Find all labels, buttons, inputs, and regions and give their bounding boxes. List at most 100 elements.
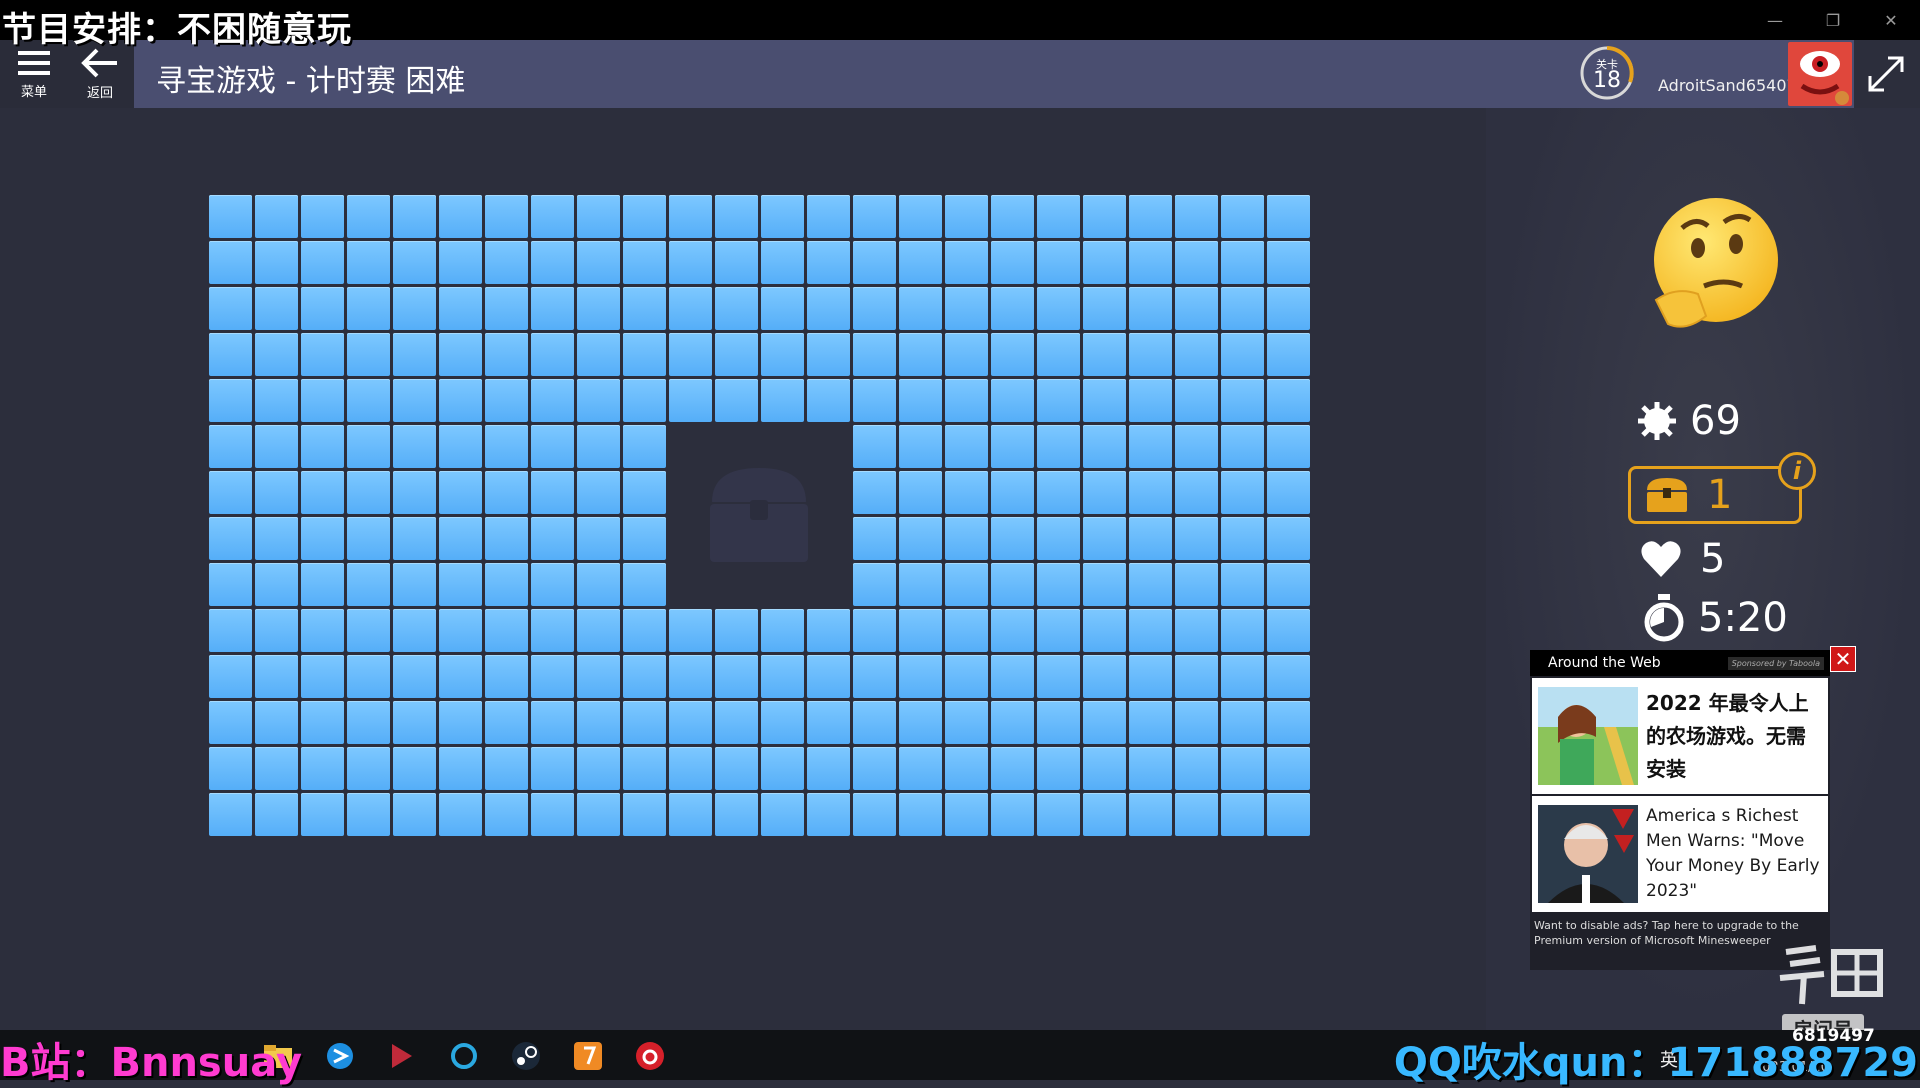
- board-tile[interactable]: [853, 655, 896, 698]
- board-tile[interactable]: [1175, 471, 1218, 514]
- board-tile[interactable]: [623, 655, 666, 698]
- board-tile[interactable]: [255, 471, 298, 514]
- board-tile[interactable]: [485, 195, 528, 238]
- board-tile[interactable]: [1175, 517, 1218, 560]
- board-tile[interactable]: [1175, 241, 1218, 284]
- board-tile[interactable]: [347, 701, 390, 744]
- board-tile[interactable]: [485, 333, 528, 376]
- board-tile[interactable]: [807, 609, 850, 652]
- board-tile[interactable]: [853, 701, 896, 744]
- board-tile[interactable]: [1221, 287, 1264, 330]
- board-tile[interactable]: [1129, 471, 1172, 514]
- board-tile[interactable]: [1221, 379, 1264, 422]
- board-tile[interactable]: [623, 517, 666, 560]
- board-tile[interactable]: [623, 425, 666, 468]
- steam-icon[interactable]: [510, 1040, 542, 1072]
- board-tile[interactable]: [1175, 425, 1218, 468]
- board-tile[interactable]: [439, 747, 482, 790]
- board-tile[interactable]: [209, 793, 252, 836]
- board-tile[interactable]: [853, 563, 896, 606]
- board-tile[interactable]: [347, 563, 390, 606]
- board-tile[interactable]: [715, 701, 758, 744]
- minesweeper-app-icon[interactable]: [572, 1040, 604, 1072]
- board-tile[interactable]: [531, 517, 574, 560]
- board-tile[interactable]: [1221, 425, 1264, 468]
- board-tile[interactable]: [991, 747, 1034, 790]
- board-tile[interactable]: [669, 609, 712, 652]
- board-tile[interactable]: [853, 471, 896, 514]
- board-tile[interactable]: [301, 655, 344, 698]
- board-tile[interactable]: [1083, 195, 1126, 238]
- board-tile[interactable]: [945, 195, 988, 238]
- board-tile[interactable]: [853, 425, 896, 468]
- board-tile[interactable]: [1037, 333, 1080, 376]
- board-tile[interactable]: [347, 425, 390, 468]
- board-tile[interactable]: [531, 655, 574, 698]
- board-tile[interactable]: [577, 195, 620, 238]
- board-tile[interactable]: [1221, 195, 1264, 238]
- board-tile[interactable]: [577, 333, 620, 376]
- board-tile[interactable]: [623, 563, 666, 606]
- board-tile[interactable]: [623, 701, 666, 744]
- board-tile[interactable]: [301, 241, 344, 284]
- board-tile[interactable]: [669, 793, 712, 836]
- board-tile[interactable]: [853, 517, 896, 560]
- board-tile[interactable]: [1129, 747, 1172, 790]
- board-tile[interactable]: [577, 609, 620, 652]
- board-tile[interactable]: [1129, 655, 1172, 698]
- board-tile[interactable]: [531, 747, 574, 790]
- board-tile[interactable]: [209, 747, 252, 790]
- board-tile[interactable]: [807, 195, 850, 238]
- ad-item-farm[interactable]: 2022 年最令人上 的农场游戏。无需安装: [1532, 678, 1828, 794]
- board-tile[interactable]: [761, 287, 804, 330]
- board-tile[interactable]: [209, 517, 252, 560]
- fullscreen-icon[interactable]: [1862, 50, 1910, 98]
- board-tile[interactable]: [255, 563, 298, 606]
- board-tile[interactable]: [1083, 655, 1126, 698]
- close-button[interactable]: ✕: [1862, 0, 1920, 40]
- board-tile[interactable]: [1175, 701, 1218, 744]
- board-tile[interactable]: [1129, 195, 1172, 238]
- board-tile[interactable]: [1267, 655, 1310, 698]
- board-tile[interactable]: [209, 563, 252, 606]
- board-tile[interactable]: [807, 701, 850, 744]
- board-tile[interactable]: [853, 333, 896, 376]
- board-tile[interactable]: [209, 241, 252, 284]
- board-tile[interactable]: [485, 563, 528, 606]
- board-tile[interactable]: [1221, 701, 1264, 744]
- board-tile[interactable]: [209, 195, 252, 238]
- board-tile[interactable]: [393, 333, 436, 376]
- board-tile[interactable]: [1267, 563, 1310, 606]
- board-tile[interactable]: [899, 517, 942, 560]
- board-tile[interactable]: [669, 287, 712, 330]
- board-tile[interactable]: [577, 655, 620, 698]
- board-tile[interactable]: [485, 793, 528, 836]
- board-tile[interactable]: [255, 425, 298, 468]
- board-tile[interactable]: [761, 701, 804, 744]
- board-tile[interactable]: [669, 379, 712, 422]
- board-tile[interactable]: [301, 563, 344, 606]
- board-tile[interactable]: [899, 471, 942, 514]
- board-tile[interactable]: [577, 793, 620, 836]
- board-tile[interactable]: [853, 609, 896, 652]
- board-tile[interactable]: [899, 609, 942, 652]
- board-tile[interactable]: [945, 655, 988, 698]
- board-tile[interactable]: [991, 701, 1034, 744]
- board-tile[interactable]: [439, 287, 482, 330]
- board-tile[interactable]: [899, 333, 942, 376]
- board-tile[interactable]: [1083, 241, 1126, 284]
- board-tile[interactable]: [1221, 793, 1264, 836]
- board-tile[interactable]: [807, 241, 850, 284]
- board-tile[interactable]: [393, 563, 436, 606]
- username[interactable]: AdroitSand65407: [1658, 76, 1797, 95]
- board-tile[interactable]: [347, 517, 390, 560]
- board-tile[interactable]: [669, 241, 712, 284]
- board-tile[interactable]: [623, 471, 666, 514]
- board-tile[interactable]: [531, 609, 574, 652]
- board-tile[interactable]: [301, 471, 344, 514]
- info-button[interactable]: i: [1778, 452, 1816, 490]
- board-tile[interactable]: [439, 655, 482, 698]
- board-tile[interactable]: [1129, 333, 1172, 376]
- board-tile[interactable]: [991, 195, 1034, 238]
- board-tile[interactable]: [899, 655, 942, 698]
